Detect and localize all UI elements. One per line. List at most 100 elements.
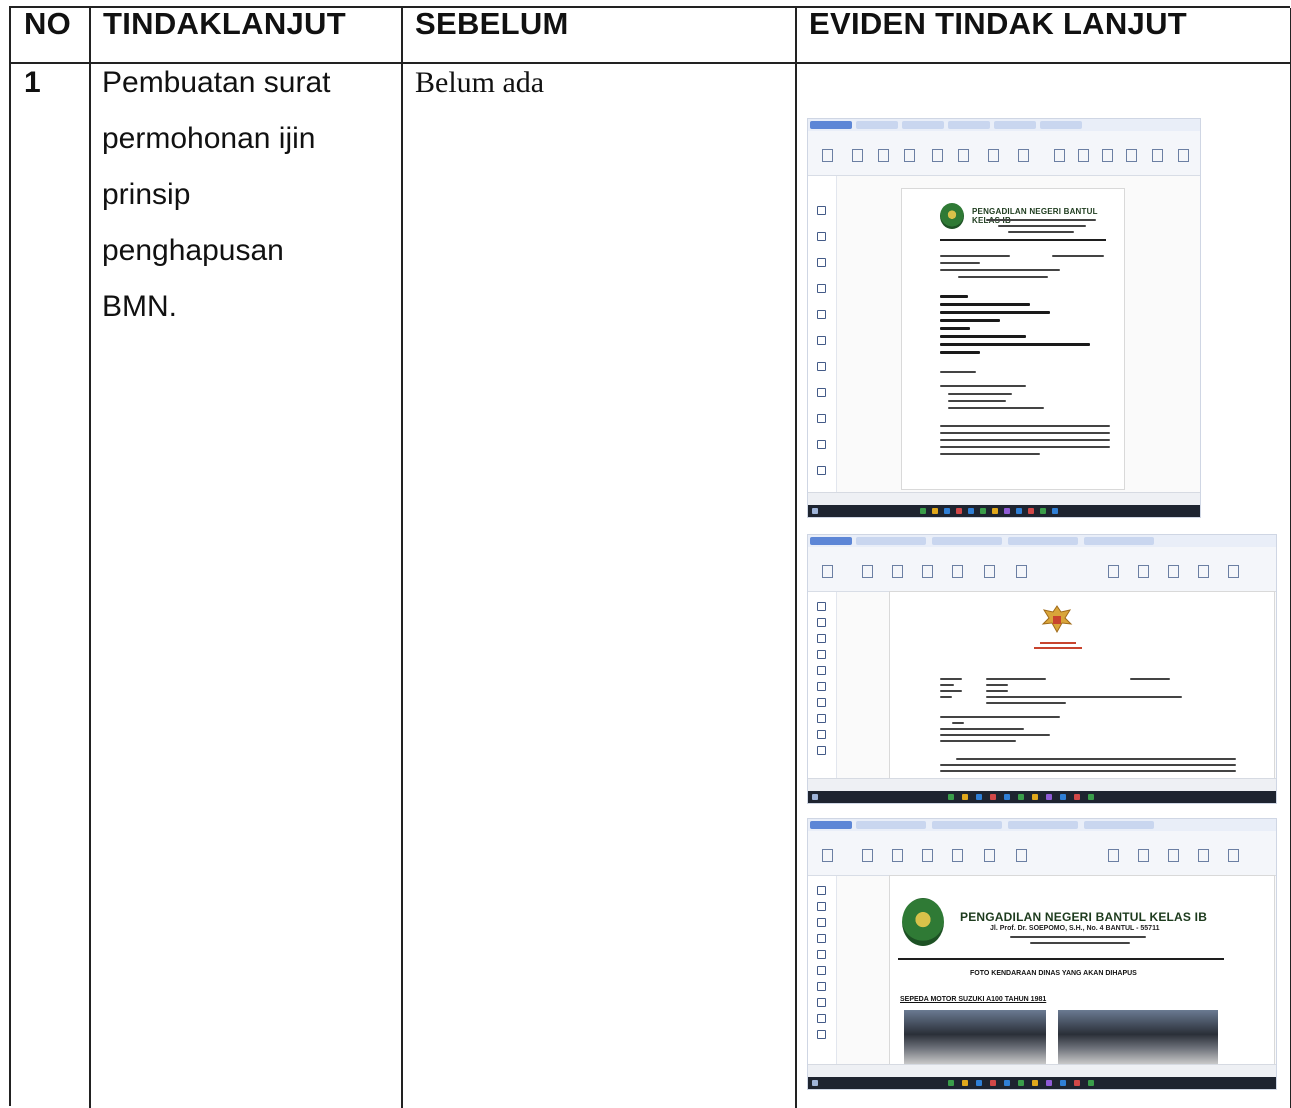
toolbar-icon <box>1228 849 1239 862</box>
text-line <box>940 385 1026 387</box>
toolbar-icon <box>878 149 889 162</box>
letterhead-rule <box>940 239 1106 241</box>
app-icon <box>1052 508 1058 514</box>
pdf-toolbar <box>808 131 1200 176</box>
text-line <box>940 684 954 686</box>
start-icon <box>812 1080 818 1086</box>
sidebar-icon <box>817 1030 826 1039</box>
row-number: 1 <box>24 66 41 99</box>
sidebar-icon <box>817 258 826 267</box>
sidebar-icon <box>817 466 826 475</box>
app-icon <box>948 794 954 800</box>
tab <box>810 121 852 129</box>
app-icon <box>1028 508 1034 514</box>
sidebar-icon <box>817 388 826 397</box>
sidebar-icon <box>817 362 826 371</box>
app-icon <box>992 508 998 514</box>
sidebar-icon <box>817 310 826 319</box>
text-line <box>1008 231 1074 233</box>
toolbar-icon <box>984 565 995 578</box>
text-line <box>1052 255 1104 257</box>
app-icon <box>1088 1080 1094 1086</box>
header-tindaklanjut: TINDAKLANJUT <box>103 6 346 41</box>
text-line <box>940 319 1000 322</box>
toolbar-icon <box>1168 565 1179 578</box>
sidebar-icon <box>817 934 826 943</box>
text-line <box>986 678 1046 680</box>
text-line <box>940 764 1236 766</box>
text-line <box>1030 942 1130 944</box>
header-no: NO <box>24 6 72 41</box>
app-icon <box>1018 794 1024 800</box>
start-icon <box>812 794 818 800</box>
vehicle-photo-2 <box>1058 1010 1218 1064</box>
sidebar-icon <box>817 730 826 739</box>
toolbar-icon <box>822 565 833 578</box>
text-line <box>986 219 1096 221</box>
tindaklanjut-cell: Pembuatan surat permohonan ijin prinsip … <box>102 55 387 335</box>
browser-tabbar <box>808 535 1276 547</box>
app-icon <box>920 508 926 514</box>
text-line <box>948 407 1044 409</box>
text-line <box>940 343 1090 346</box>
toolbar-icon <box>1108 849 1119 862</box>
evidence-screenshot-1: PENGADILAN NEGERI BANTUL KELAS IB <box>807 118 1201 518</box>
col-divider-1 <box>89 8 91 1108</box>
tab <box>1008 821 1078 829</box>
text-line <box>940 716 1060 718</box>
toolbar-icon <box>1108 565 1119 578</box>
text-line <box>940 335 1026 338</box>
toolbar-icon <box>852 149 863 162</box>
letterhead-address: Jl. Prof. Dr. SOEPOMO, S.H., No. 4 BANTU… <box>990 925 1160 932</box>
toolbar-icon <box>822 149 833 162</box>
status-bar <box>808 1064 1276 1077</box>
app-icon <box>980 508 986 514</box>
text-line <box>940 303 1030 306</box>
text-line <box>940 696 952 698</box>
toolbar-icon <box>984 849 995 862</box>
tab <box>994 121 1036 129</box>
toolbar-icon <box>822 849 833 862</box>
text-line <box>940 678 962 680</box>
app-icon <box>1040 508 1046 514</box>
sidebar-icon <box>817 950 826 959</box>
toolbar-icon <box>1016 565 1027 578</box>
text-line <box>958 276 1048 278</box>
evidence-screenshot-3: PENGADILAN NEGERI BANTUL KELAS IB Jl. Pr… <box>807 818 1277 1090</box>
app-icon <box>1074 794 1080 800</box>
toolbar-icon <box>1054 149 1065 162</box>
app-icon <box>1004 508 1010 514</box>
tab <box>856 821 926 829</box>
text-line <box>940 690 962 692</box>
court-logo-icon <box>902 898 944 946</box>
app-icon <box>956 508 962 514</box>
text-line <box>940 351 980 354</box>
toolbar-icon <box>862 849 873 862</box>
header-eviden: EVIDEN TINDAK LANJUT <box>809 6 1188 41</box>
app-icon <box>968 508 974 514</box>
sidebar-panel <box>808 876 837 1067</box>
taskbar <box>808 791 1276 803</box>
sidebar-icon <box>817 918 826 927</box>
app-icon <box>944 508 950 514</box>
text-line <box>940 728 1024 730</box>
text-line <box>998 225 1086 227</box>
vehicle-caption: SEPEDA MOTOR SUZUKI A100 TAHUN 1981 <box>900 996 1047 1003</box>
tab <box>856 121 898 129</box>
toolbar-icon <box>1138 849 1149 862</box>
app-icon <box>976 1080 982 1086</box>
sidebar-icon <box>817 650 826 659</box>
document-page: NO TINDAKLANJUT SEBELUM EVIDEN TINDAK LA… <box>0 0 1291 1108</box>
sidebar-icon <box>817 998 826 1007</box>
app-icon <box>990 794 996 800</box>
sidebar-icon <box>817 698 826 707</box>
letterhead-rule <box>898 958 1224 960</box>
sidebar-icon <box>817 886 826 895</box>
toolbar-icon <box>1168 849 1179 862</box>
sidebar-icon <box>817 336 826 345</box>
taskbar <box>808 1077 1276 1089</box>
sidebar-icon <box>817 746 826 755</box>
app-icon <box>948 1080 954 1086</box>
sidebar-icon <box>817 682 826 691</box>
text-line <box>986 702 1066 704</box>
